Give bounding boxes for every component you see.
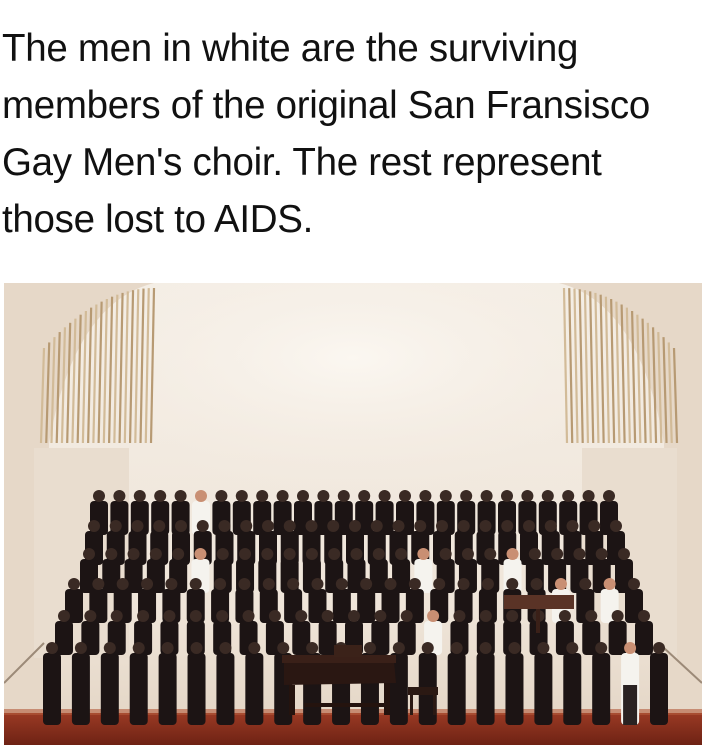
- choir-member-figure: [534, 642, 553, 725]
- choir-member-figure: [187, 642, 206, 725]
- choir-member-figure: [129, 642, 148, 725]
- choir-member-figure: [563, 642, 582, 725]
- choir-member-figure: [447, 642, 466, 725]
- caption-line-4: those lost to AIDS.: [2, 198, 314, 241]
- choir-member-figure: [216, 642, 235, 725]
- caption-line-1: The men in white are the surviving: [2, 27, 579, 70]
- choir-member-figure: [592, 642, 611, 725]
- choir-member-figure: [505, 642, 524, 725]
- choir-member-figure: [650, 642, 668, 725]
- choir-member-figure: [43, 642, 61, 725]
- choir-member-figure: [389, 642, 408, 725]
- surviving-member-figure: [621, 642, 640, 725]
- caption-line-3: Gay Men's choir. The rest represent: [2, 141, 602, 184]
- choir-member-figure: [476, 642, 495, 725]
- choir-member-figure: [71, 642, 90, 725]
- caption-line-2: members of the original San Fransisco: [2, 84, 650, 127]
- choir-photo-illustration: [4, 283, 702, 745]
- choir-photo: [4, 283, 702, 745]
- choir-member-figure: [100, 642, 119, 725]
- caption-text: The men in white are the surviving membe…: [2, 20, 697, 248]
- choir-member-figure: [158, 642, 177, 725]
- choir-member-figure: [245, 642, 264, 725]
